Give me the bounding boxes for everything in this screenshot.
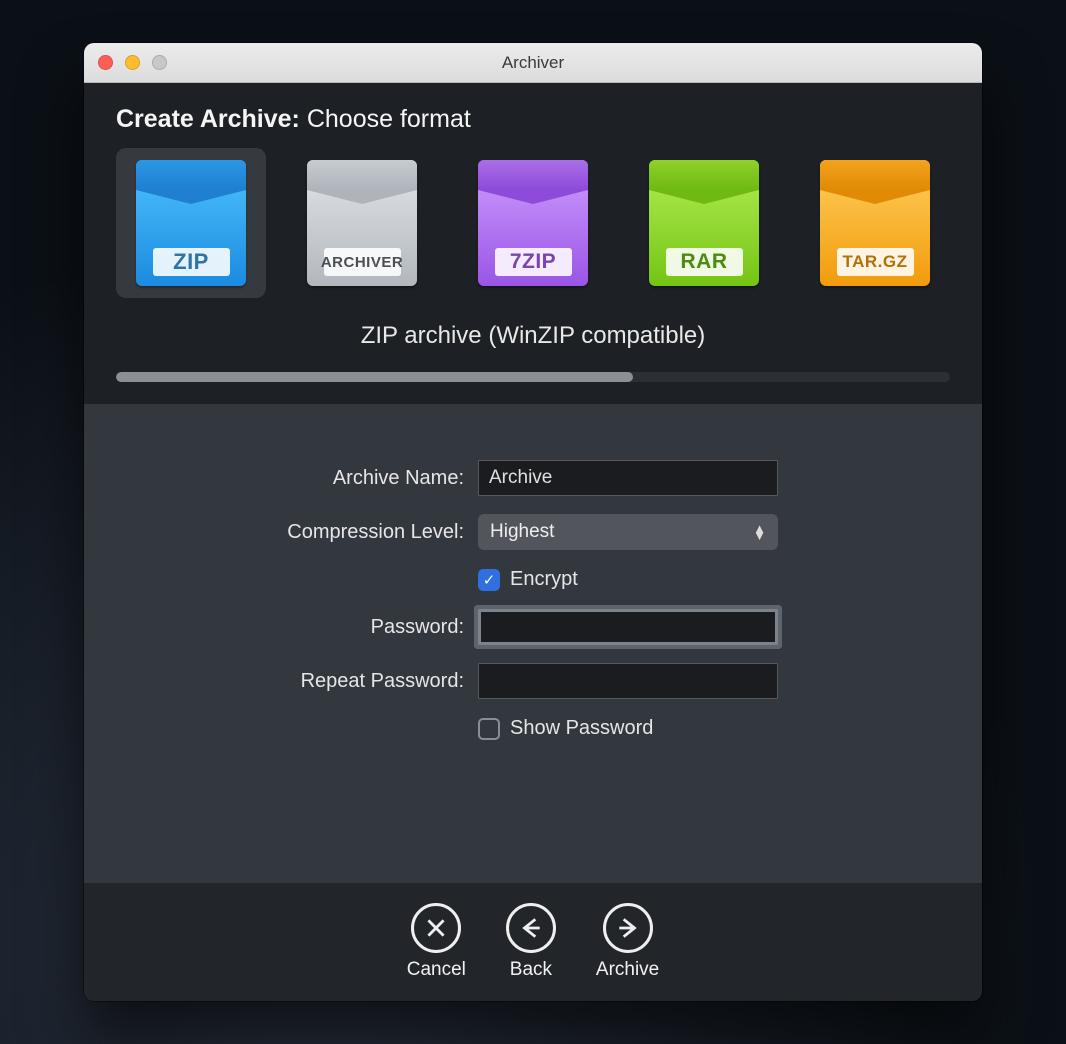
format-description: ZIP archive (WinZIP compatible)	[116, 308, 950, 372]
compression-level-value: Highest	[490, 521, 554, 543]
compression-level-label: Compression Level:	[84, 521, 478, 544]
format-7zip[interactable]: 7ZIP	[458, 148, 608, 298]
archive-name-input[interactable]	[478, 460, 778, 496]
forward-arrow-icon	[603, 903, 653, 953]
format-label: ARCHIVER	[324, 248, 401, 276]
compression-level-select[interactable]: Highest ▲▼	[478, 514, 778, 550]
zip-folder-icon: ZIP	[136, 160, 246, 286]
repeat-password-input[interactable]	[478, 663, 778, 699]
page-title-rest: Choose format	[307, 105, 471, 133]
targz-folder-icon: TAR.GZ	[820, 160, 930, 286]
page-title: Create Archive: Choose format	[116, 105, 950, 134]
encrypt-label: Encrypt	[510, 568, 578, 591]
app-window: Archiver Create Archive: Choose format Z…	[84, 43, 982, 1001]
titlebar: Archiver	[84, 43, 982, 83]
show-password-checkbox[interactable]	[478, 718, 500, 740]
window-title: Archiver	[84, 53, 982, 73]
sevenzip-folder-icon: 7ZIP	[478, 160, 588, 286]
form-area: Archive Name: Compression Level: Highest…	[84, 404, 982, 883]
footer: Cancel Back Archive	[84, 883, 982, 1001]
header: Create Archive: Choose format ZIP ARCHIV…	[84, 83, 982, 404]
close-window-icon[interactable]	[98, 55, 113, 70]
back-arrow-icon	[506, 903, 556, 953]
format-zip[interactable]: ZIP	[116, 148, 266, 298]
chevron-updown-icon: ▲▼	[753, 525, 766, 539]
archive-button[interactable]: Archive	[596, 903, 659, 981]
format-label: 7ZIP	[495, 248, 572, 276]
cancel-icon	[411, 903, 461, 953]
password-label: Password:	[84, 616, 478, 639]
back-label: Back	[510, 959, 552, 981]
format-archiver[interactable]: ARCHIVER	[287, 148, 437, 298]
format-row: ZIP ARCHIVER 7ZIP RAR	[116, 148, 950, 308]
password-input[interactable]	[478, 609, 778, 645]
format-rar[interactable]: RAR	[629, 148, 779, 298]
page-title-strong: Create Archive:	[116, 105, 300, 133]
zoom-window-icon	[152, 55, 167, 70]
minimize-window-icon[interactable]	[125, 55, 140, 70]
rar-folder-icon: RAR	[649, 160, 759, 286]
repeat-password-label: Repeat Password:	[84, 670, 478, 693]
format-label: TAR.GZ	[837, 248, 914, 276]
compression-slider-fill	[116, 372, 633, 382]
show-password-label: Show Password	[510, 717, 653, 740]
archive-label: Archive	[596, 959, 659, 981]
window-controls	[98, 55, 167, 70]
format-targz[interactable]: TAR.GZ	[800, 148, 950, 298]
format-label: RAR	[666, 248, 743, 276]
back-button[interactable]: Back	[506, 903, 556, 981]
archive-name-label: Archive Name:	[84, 467, 478, 490]
compression-slider[interactable]	[116, 372, 950, 382]
archiver-folder-icon: ARCHIVER	[307, 160, 417, 286]
encrypt-checkbox[interactable]: ✓	[478, 569, 500, 591]
cancel-label: Cancel	[407, 959, 466, 981]
format-label: ZIP	[153, 248, 230, 276]
cancel-button[interactable]: Cancel	[407, 903, 466, 981]
